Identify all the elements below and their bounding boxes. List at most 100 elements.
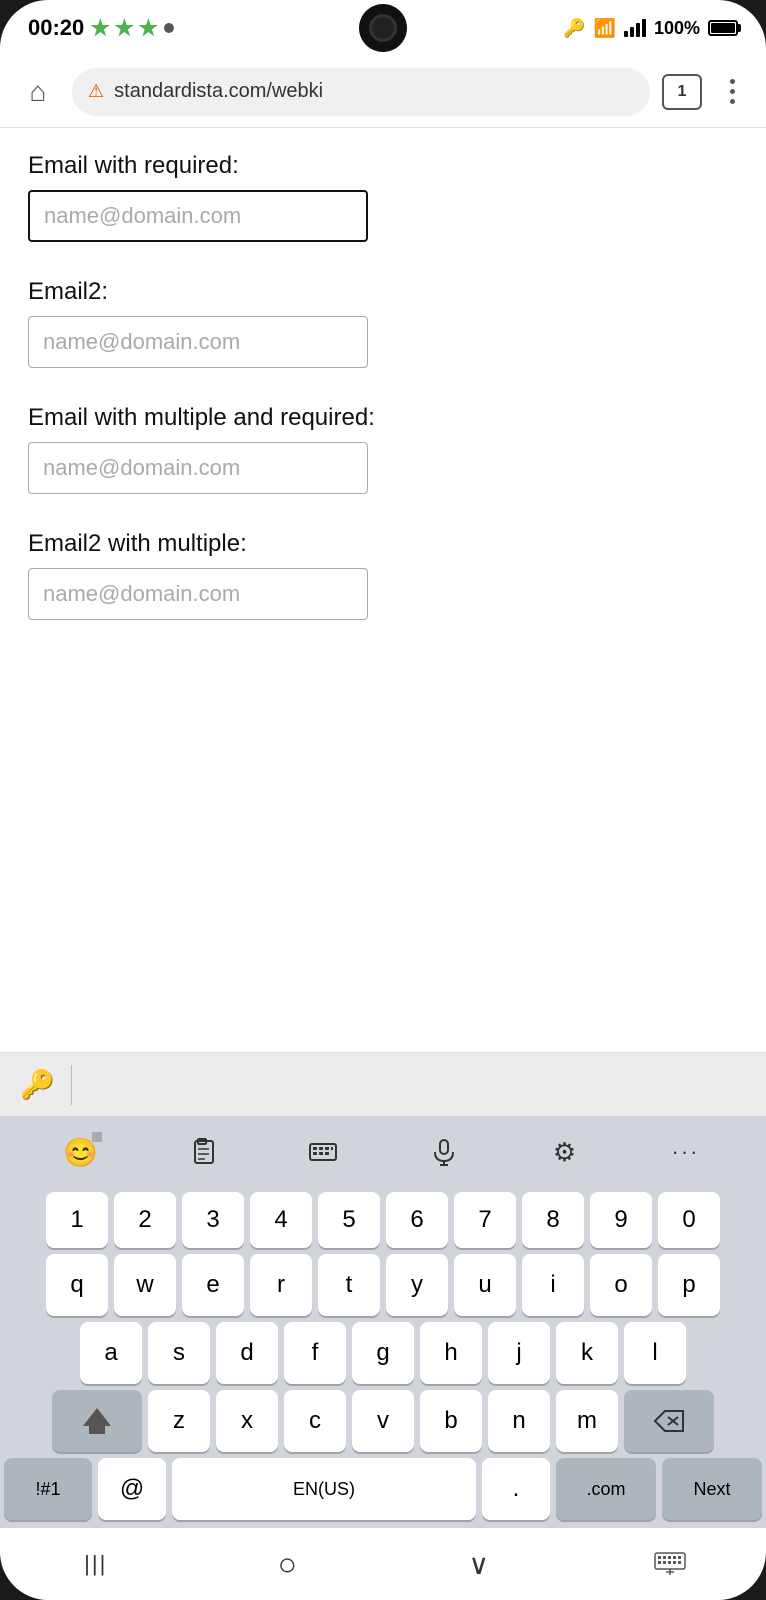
url-text: standardista.com/webki xyxy=(114,80,634,103)
key-t[interactable]: t xyxy=(318,1254,380,1316)
key-k[interactable]: k xyxy=(556,1322,618,1384)
key-m[interactable]: m xyxy=(556,1390,618,1452)
key-l[interactable]: l xyxy=(624,1322,686,1384)
mic-button[interactable] xyxy=(416,1124,472,1180)
key-d[interactable]: d xyxy=(216,1322,278,1384)
placeholder-4: name@domain.com xyxy=(43,581,240,607)
battery-icon xyxy=(708,20,738,36)
key-8[interactable]: 8 xyxy=(522,1192,584,1248)
keyboard-nav-icon xyxy=(654,1552,686,1576)
input-email2[interactable]: name@domain.com xyxy=(28,316,368,368)
url-bar[interactable]: ⚠ standardista.com/webki xyxy=(72,68,650,116)
keyboard-nav-button[interactable] xyxy=(630,1534,710,1594)
key-r[interactable]: r xyxy=(250,1254,312,1316)
shift-button[interactable] xyxy=(52,1390,142,1452)
next-label: Next xyxy=(693,1479,730,1500)
key-6[interactable]: 6 xyxy=(386,1192,448,1248)
key-4[interactable]: 4 xyxy=(250,1192,312,1248)
back-nav-button[interactable]: ||| xyxy=(56,1534,136,1594)
warning-icon: ⚠ xyxy=(88,81,104,102)
key-9[interactable]: 9 xyxy=(590,1192,652,1248)
next-button[interactable]: Next xyxy=(662,1458,762,1520)
more-button[interactable]: ··· xyxy=(658,1124,714,1180)
form-group-3: Email with multiple and required: name@d… xyxy=(28,404,738,494)
tab-button[interactable]: 1 xyxy=(662,74,702,110)
vpn-key-icon: 🔑 xyxy=(563,18,585,39)
key-c[interactable]: c xyxy=(284,1390,346,1452)
mic-icon xyxy=(429,1137,459,1167)
symbols-label: !#1 xyxy=(35,1479,60,1500)
input-email2-multiple[interactable]: name@domain.com xyxy=(28,568,368,620)
settings-button[interactable]: ⚙ xyxy=(537,1124,593,1180)
label-email2-multiple: Email2 with multiple: xyxy=(28,530,738,558)
android-icon-3 xyxy=(138,18,158,38)
key-a[interactable]: a xyxy=(80,1322,142,1384)
nav-bar: ||| ○ ∨ xyxy=(0,1528,766,1600)
signal-bar-2 xyxy=(630,27,634,37)
menu-button[interactable] xyxy=(714,74,750,110)
menu-dot-3 xyxy=(730,99,735,104)
key-i[interactable]: i xyxy=(522,1254,584,1316)
key-1[interactable]: 1 xyxy=(46,1192,108,1248)
key-u[interactable]: u xyxy=(454,1254,516,1316)
status-dot xyxy=(164,23,174,33)
status-left: 00:20 xyxy=(28,15,174,41)
home-button[interactable]: ⌂ xyxy=(16,70,60,114)
key-b[interactable]: b xyxy=(420,1390,482,1452)
space-label: EN(US) xyxy=(293,1479,355,1500)
shift-icon xyxy=(83,1408,111,1434)
dotcom-button[interactable]: .com xyxy=(556,1458,656,1520)
number-row: 1 2 3 4 5 6 7 8 9 0 xyxy=(4,1192,762,1248)
browser-toolbar: ⌂ ⚠ standardista.com/webki 1 xyxy=(0,56,766,128)
key-y[interactable]: y xyxy=(386,1254,448,1316)
placeholder-1: name@domain.com xyxy=(44,203,241,229)
input-email-required[interactable]: name@domain.com xyxy=(28,190,368,242)
key-2[interactable]: 2 xyxy=(114,1192,176,1248)
down-nav-icon: ∨ xyxy=(469,1548,490,1581)
wifi-icon: 📶 xyxy=(594,18,616,39)
key-5[interactable]: 5 xyxy=(318,1192,380,1248)
key-o[interactable]: o xyxy=(590,1254,652,1316)
placeholder-3: name@domain.com xyxy=(43,455,240,481)
key-j[interactable]: j xyxy=(488,1322,550,1384)
at-button[interactable]: @ xyxy=(98,1458,166,1520)
label-email2: Email2: xyxy=(28,278,738,306)
key-f[interactable]: f xyxy=(284,1322,346,1384)
emoji-button[interactable]: 😊 xyxy=(53,1124,109,1180)
period-button[interactable]: . xyxy=(482,1458,550,1520)
key-q[interactable]: q xyxy=(46,1254,108,1316)
tab-count: 1 xyxy=(678,83,687,101)
signal-bar-3 xyxy=(636,23,640,37)
backspace-icon xyxy=(651,1407,687,1435)
key-x[interactable]: x xyxy=(216,1390,278,1452)
key-n[interactable]: n xyxy=(488,1390,550,1452)
key-p[interactable]: p xyxy=(658,1254,720,1316)
signal-bars xyxy=(624,19,646,37)
keyboard: 1 2 3 4 5 6 7 8 9 0 q w e r t y u i o p … xyxy=(0,1188,766,1528)
symbols-button[interactable]: !#1 xyxy=(4,1458,92,1520)
key-0[interactable]: 0 xyxy=(658,1192,720,1248)
keyboard-switch-button[interactable] xyxy=(295,1124,351,1180)
key-v[interactable]: v xyxy=(352,1390,414,1452)
time: 00:20 xyxy=(28,15,84,41)
zxcv-row: z x c v b n m xyxy=(4,1390,762,1452)
clipboard-button[interactable] xyxy=(174,1124,230,1180)
dotcom-label: .com xyxy=(586,1479,625,1500)
space-button[interactable]: EN(US) xyxy=(172,1458,476,1520)
key-g[interactable]: g xyxy=(352,1322,414,1384)
key-h[interactable]: h xyxy=(420,1322,482,1384)
camera-pill xyxy=(359,4,407,52)
key-z[interactable]: z xyxy=(148,1390,210,1452)
down-nav-button[interactable]: ∨ xyxy=(439,1534,519,1594)
key-w[interactable]: w xyxy=(114,1254,176,1316)
backspace-button[interactable] xyxy=(624,1390,714,1452)
status-bar: 00:20 🔑 📶 100% xyxy=(0,0,766,56)
key-s[interactable]: s xyxy=(148,1322,210,1384)
key-3[interactable]: 3 xyxy=(182,1192,244,1248)
home-nav-button[interactable]: ○ xyxy=(247,1534,327,1594)
web-content: Email with required: name@domain.com Ema… xyxy=(0,128,766,1052)
key-e[interactable]: e xyxy=(182,1254,244,1316)
form-group-4: Email2 with multiple: name@domain.com xyxy=(28,530,738,620)
input-email-multiple-required[interactable]: name@domain.com xyxy=(28,442,368,494)
key-7[interactable]: 7 xyxy=(454,1192,516,1248)
